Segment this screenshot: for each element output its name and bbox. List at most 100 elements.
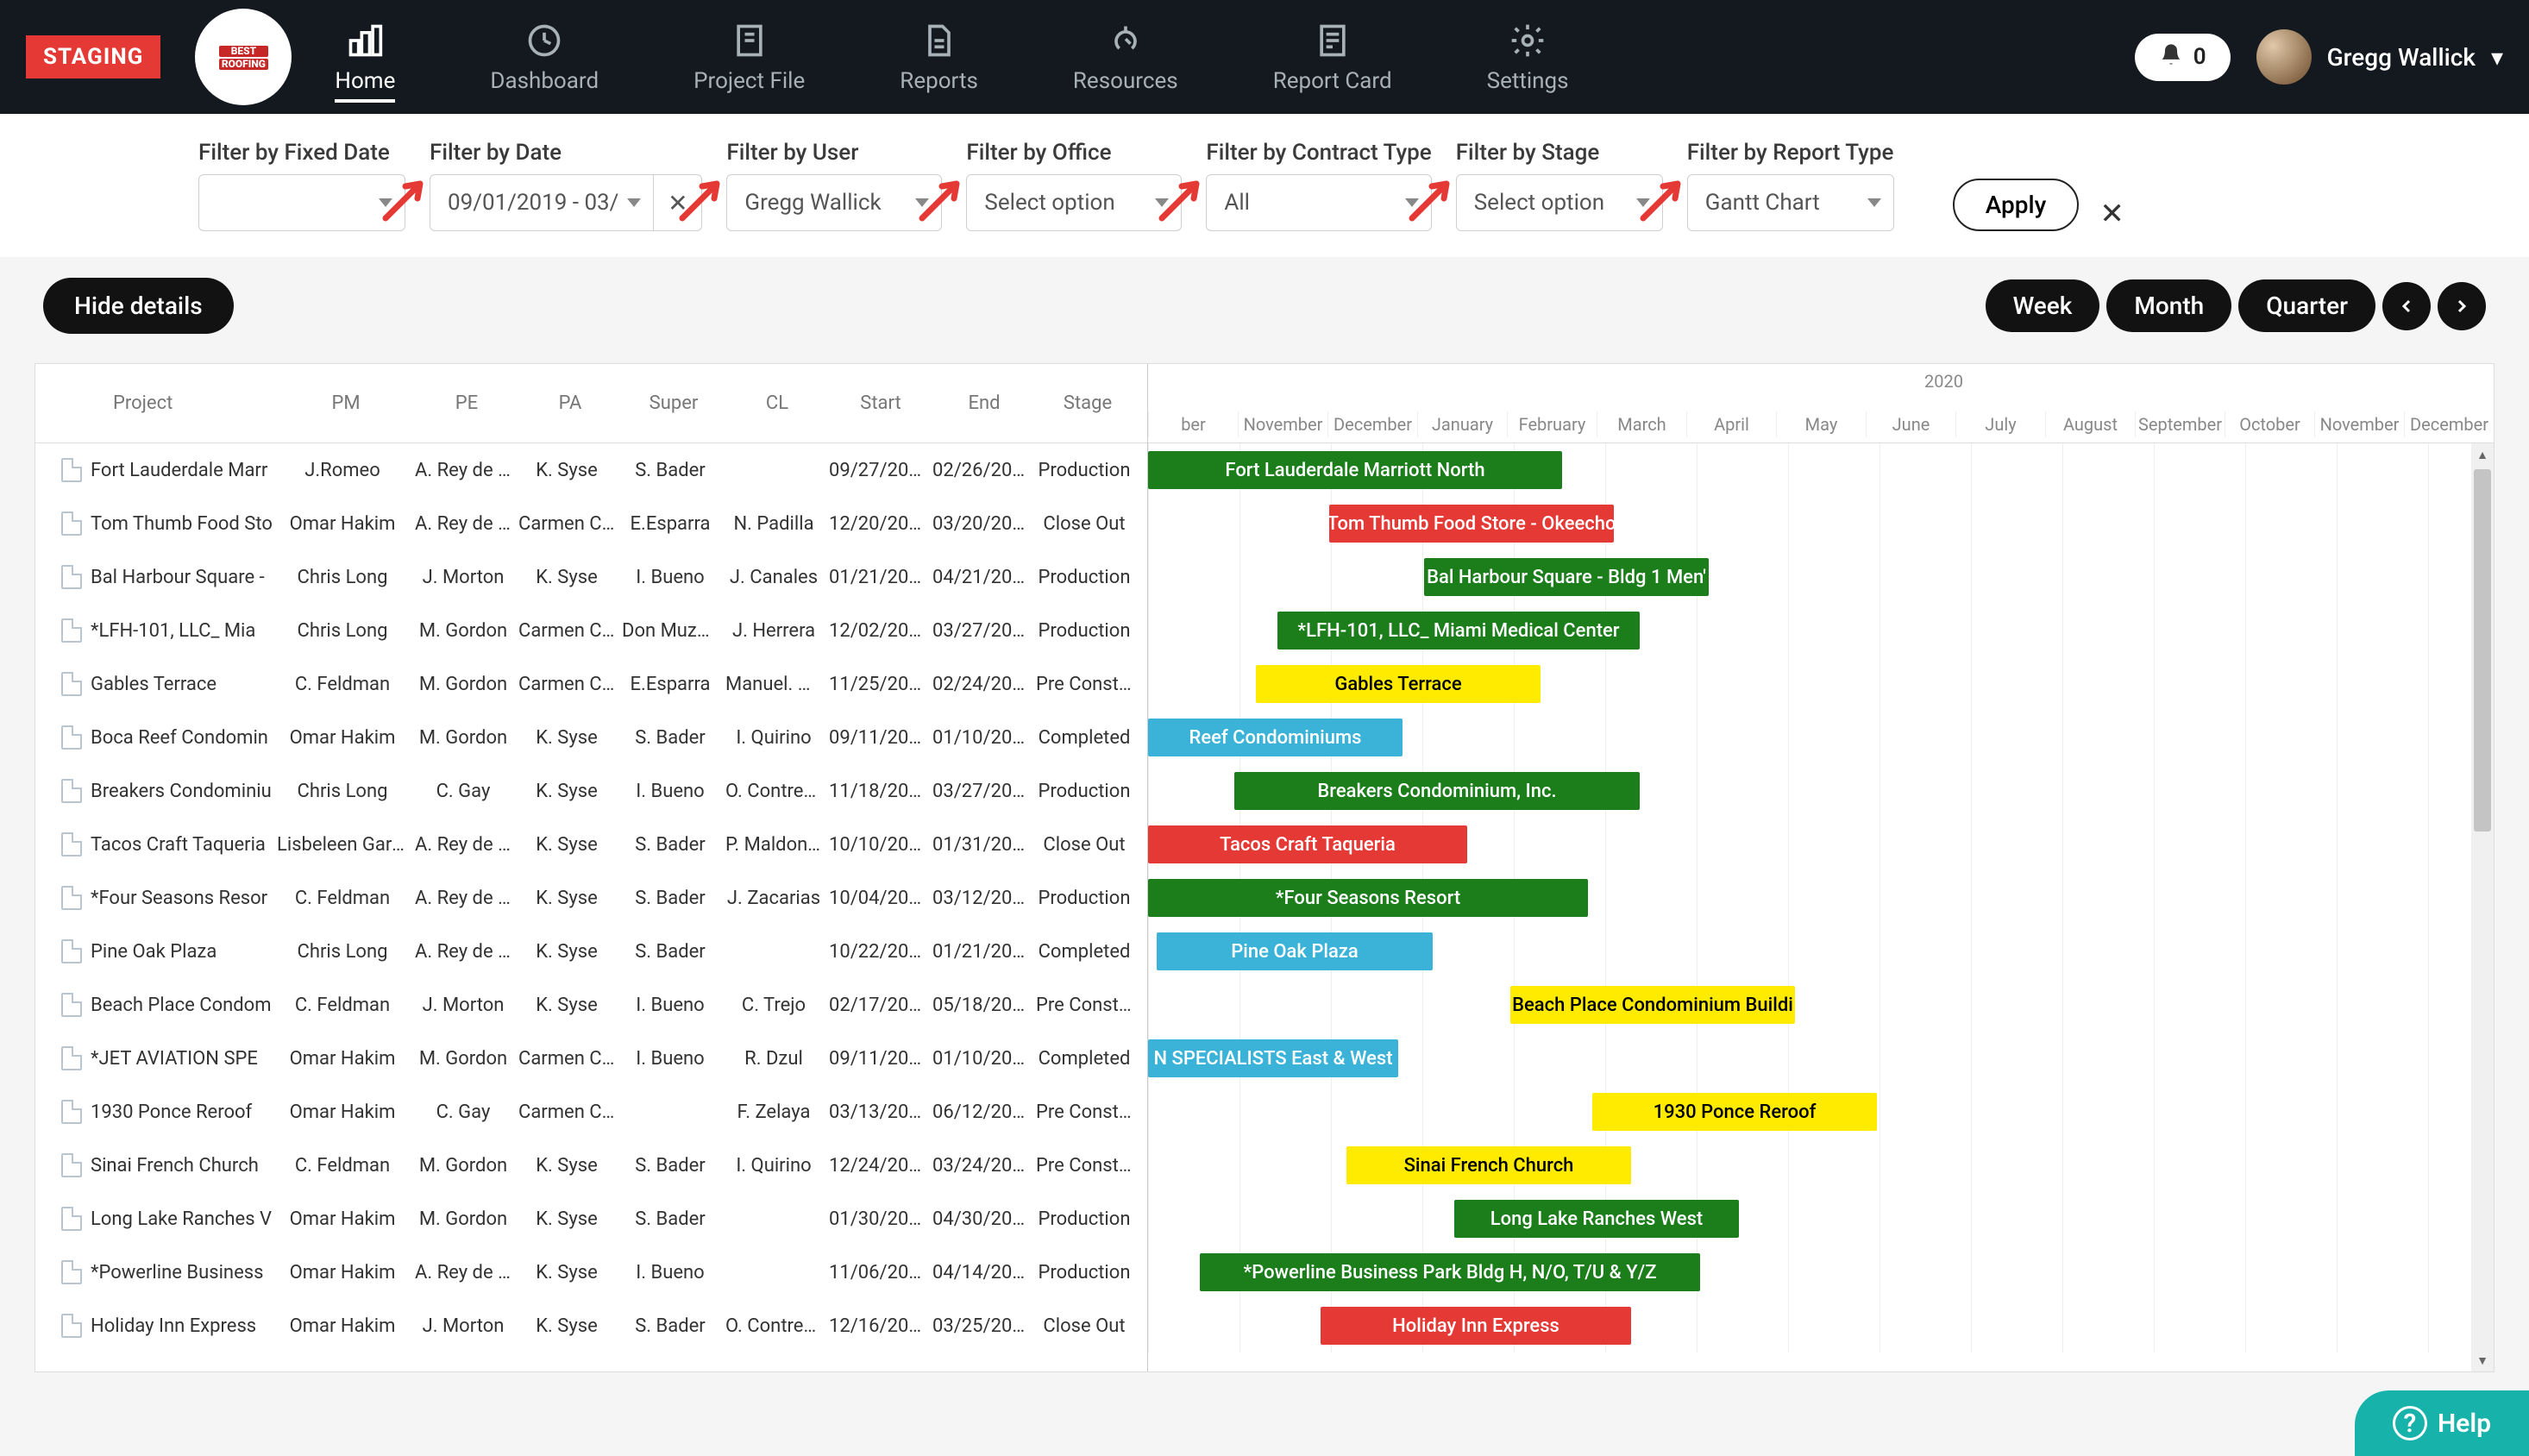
col-super[interactable]: Super [622, 392, 725, 414]
gantt-bar[interactable]: Long Lake Ranches West [1454, 1200, 1739, 1238]
gantt-bar[interactable]: N SPECIALISTS East & West [1148, 1039, 1398, 1077]
gantt-bar[interactable]: Sinai French Church [1346, 1146, 1631, 1184]
super-cell: S. Bader [622, 727, 725, 749]
help-tab[interactable]: ? Help [2355, 1390, 2529, 1456]
filter-user[interactable]: Gregg Wallick [726, 174, 942, 231]
view-week[interactable]: Week [1986, 279, 2100, 332]
stage-cell: Production [1036, 1208, 1139, 1230]
col-end[interactable]: End [932, 392, 1036, 414]
scroll-thumb[interactable] [2474, 469, 2491, 832]
chart-row: Long Lake Ranches West [1148, 1192, 2494, 1246]
pa-cell: Carmen Cano [518, 513, 622, 535]
nav-reports[interactable]: Reports [900, 20, 978, 94]
document-icon [61, 939, 82, 963]
col-pm[interactable]: PM [277, 392, 415, 414]
gantt-bar[interactable]: *Four Seasons Resort [1148, 879, 1588, 917]
table-row[interactable]: *Powerline BusinessOmar HakimA. Rey de C… [35, 1246, 1147, 1299]
nav-resources[interactable]: Resources [1073, 20, 1178, 94]
prev-button[interactable] [2382, 282, 2431, 330]
month-label: August [2045, 411, 2135, 437]
gantt-bar[interactable]: Gables Terrace [1256, 665, 1541, 703]
view-quarter[interactable]: Quarter [2238, 279, 2375, 332]
gantt-bar[interactable]: *Powerline Business Park Bldg H, N/O, T/… [1200, 1253, 1700, 1291]
gantt-bar[interactable]: Breakers Condominium, Inc. [1234, 772, 1640, 810]
nav-project-file[interactable]: Project File [693, 20, 805, 94]
col-pe[interactable]: PE [415, 392, 518, 414]
gantt-bar[interactable]: Tacos Craft Taqueria [1148, 825, 1467, 863]
table-row[interactable]: 1930 Ponce ReroofOmar HakimC. GayCarmen … [35, 1085, 1147, 1139]
table-row[interactable]: Tom Thumb Food StoOmar HakimA. Rey de Ca… [35, 497, 1147, 550]
filter-label-date: Filter by Date [430, 140, 702, 166]
logo[interactable]: BESTROOFING [195, 9, 292, 105]
filter-stage[interactable]: Select option [1456, 174, 1663, 231]
apply-button[interactable]: Apply [1953, 179, 2080, 231]
table-row[interactable]: Gables TerraceC. FeldmanM. GordonCarmen … [35, 657, 1147, 711]
vertical-scrollbar[interactable]: ▲ ▼ [2471, 443, 2494, 1371]
month-label: July [1955, 411, 2045, 437]
col-project[interactable]: Project [61, 392, 277, 414]
cl-cell: F. Zelaya [725, 1101, 829, 1123]
filter-office[interactable]: Select option [966, 174, 1182, 231]
table-row[interactable]: *JET AVIATION SPEOmar HakimM. GordonCarm… [35, 1032, 1147, 1085]
gantt-bar[interactable]: Reef Condominiums [1148, 719, 1403, 756]
scroll-up-icon[interactable]: ▲ [2471, 443, 2494, 466]
user-menu[interactable]: Gregg Wallick ▾ [2256, 29, 2503, 85]
nav-label: Project File [693, 68, 805, 94]
filter-fixed-date[interactable] [198, 174, 405, 231]
col-start[interactable]: Start [829, 392, 932, 414]
table-row[interactable]: Fort Lauderdale MarrJ.RomeoA. Rey de CaK… [35, 443, 1147, 497]
gantt-bar[interactable]: Holiday Inn Express [1321, 1307, 1631, 1345]
table-row[interactable]: Beach Place CondomC. FeldmanJ. MortonK. … [35, 978, 1147, 1032]
close-filters-icon[interactable]: ✕ [2099, 197, 2124, 231]
project-cell: Sinai French Church [61, 1153, 277, 1177]
nav-dashboard[interactable]: Dashboard [490, 20, 599, 94]
nav-report-card[interactable]: Report Card [1273, 20, 1392, 94]
gantt-bar[interactable]: *LFH-101, LLC_ Miami Medical Center [1277, 612, 1640, 650]
hide-details-button[interactable]: Hide details [43, 278, 234, 334]
table-row[interactable]: Pine Oak PlazaChris LongA. Rey de CaK. S… [35, 925, 1147, 978]
col-cl[interactable]: CL [725, 392, 829, 414]
col-pa[interactable]: PA [518, 392, 622, 414]
chart-side[interactable]: 2020 berNovemberDecemberJanuaryFebruaryM… [1148, 364, 2494, 1371]
nav-settings[interactable]: Settings [1487, 20, 1569, 94]
view-month[interactable]: Month [2106, 279, 2231, 332]
table-row[interactable]: Sinai French ChurchC. FeldmanM. GordonK.… [35, 1139, 1147, 1192]
table-row[interactable]: Breakers CondominiuChris LongC. GayK. Sy… [35, 764, 1147, 818]
document-icon [61, 565, 82, 589]
document-icon [61, 886, 82, 910]
gantt-bar[interactable]: Tom Thumb Food Store - Okeecho [1329, 505, 1614, 543]
scroll-down-icon[interactable]: ▼ [2471, 1349, 2494, 1371]
pm-cell: C. Feldman [277, 674, 415, 695]
table-row[interactable]: Long Lake Ranches VOmar HakimM. GordonK.… [35, 1192, 1147, 1246]
gantt-bar[interactable]: Beach Place Condominium Buildi [1510, 986, 1795, 1024]
gantt-bar[interactable]: Bal Harbour Square - Bldg 1 Men' [1424, 558, 1709, 596]
chart-row: Pine Oak Plaza [1148, 925, 2494, 978]
pe-cell: A. Rey de Ca [415, 888, 518, 909]
cl-cell: C. Trejo [725, 995, 829, 1016]
nav-home[interactable]: Home [335, 20, 395, 103]
col-stage[interactable]: Stage [1036, 392, 1139, 414]
filters-bar: Filter by Fixed Date Filter by Date 09/0… [0, 114, 2529, 257]
gantt-bar[interactable]: 1930 Ponce Reroof [1592, 1093, 1877, 1131]
month-label: September [2135, 411, 2225, 437]
start-cell: 09/27/2019 [829, 460, 932, 481]
gantt-bar[interactable]: Fort Lauderdale Marriott North [1148, 451, 1562, 489]
next-button[interactable] [2438, 282, 2486, 330]
notifications-pill[interactable]: 0 [2135, 34, 2231, 81]
filter-report-type[interactable]: Gantt Chart [1687, 174, 1894, 231]
user-name: Gregg Wallick [2327, 43, 2476, 72]
clear-date-button[interactable]: ✕ [654, 174, 702, 231]
gantt-bar[interactable]: Pine Oak Plaza [1157, 932, 1433, 970]
end-cell: 06/12/2020 [932, 1101, 1036, 1123]
table-row[interactable]: Boca Reef CondominOmar HakimM. GordonK. … [35, 711, 1147, 764]
table-row[interactable]: *LFH-101, LLC_ MiaChris LongM. GordonCar… [35, 604, 1147, 657]
table-row[interactable]: Tacos Craft TaqueriaLisbeleen GarciaA. R… [35, 818, 1147, 871]
table-row[interactable]: Holiday Inn ExpressOmar HakimJ. MortonK.… [35, 1299, 1147, 1352]
table-row[interactable]: *Four Seasons ResorC. FeldmanA. Rey de C… [35, 871, 1147, 925]
pm-cell: Chris Long [277, 781, 415, 802]
table-row[interactable]: Bal Harbour Square -Chris LongJ. MortonK… [35, 550, 1147, 604]
filter-date[interactable]: 09/01/2019 - 03/ [430, 174, 654, 231]
filter-contract-type[interactable]: All [1206, 174, 1431, 231]
help-icon: ? [2393, 1406, 2427, 1440]
month-label: January [1417, 411, 1507, 437]
